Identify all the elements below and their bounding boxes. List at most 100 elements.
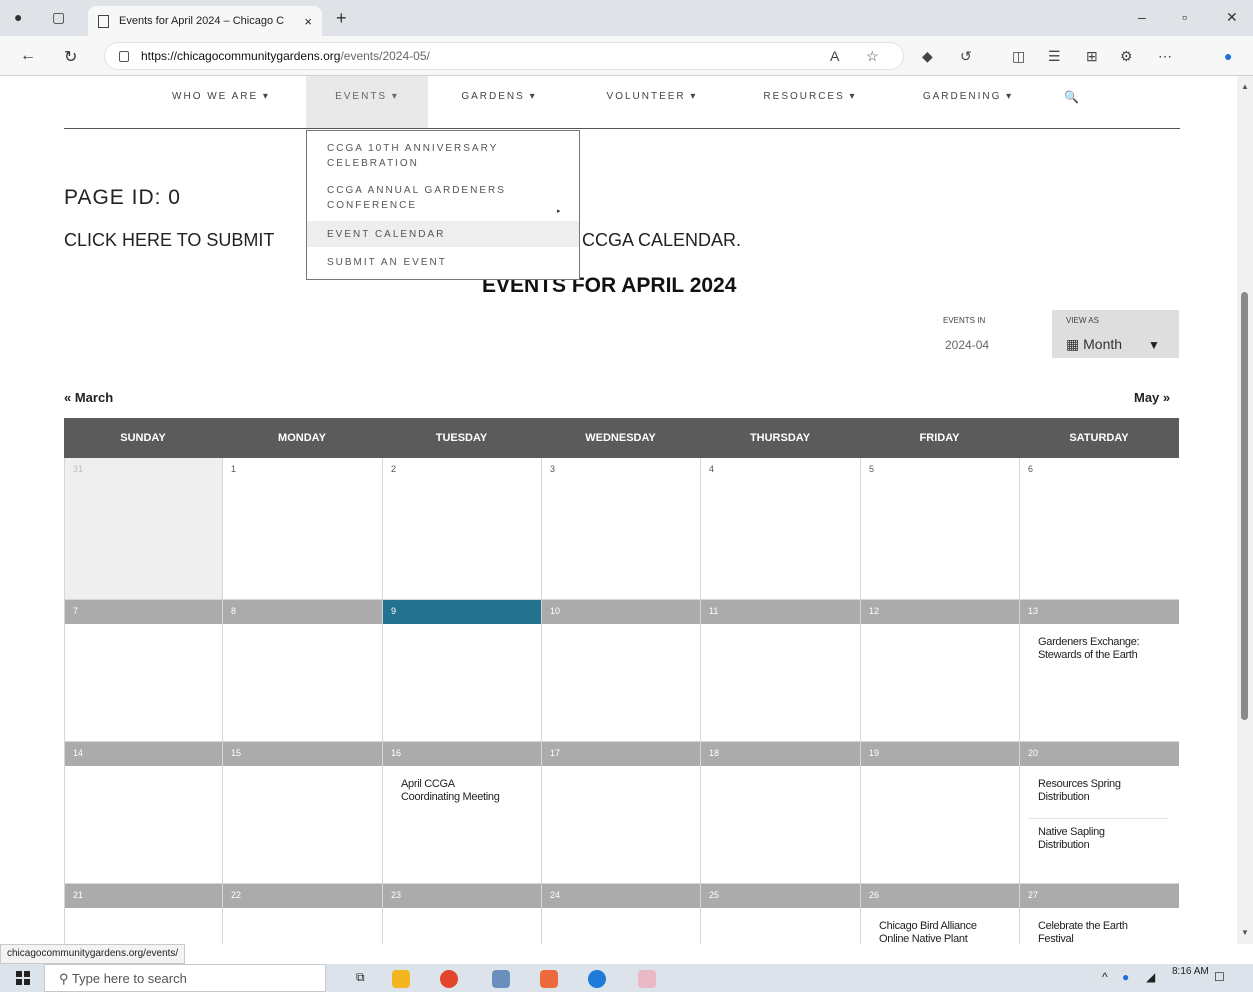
read-aloud-icon[interactable]: A (830, 48, 839, 64)
day-number[interactable]: 21 (65, 884, 222, 908)
nav-gardening[interactable]: GARDENING ▾ (898, 76, 1038, 128)
day-number[interactable]: 20 (1020, 742, 1179, 766)
collections-icon[interactable]: ⊞ (1086, 48, 1098, 65)
calendar-event-link[interactable]: April CCGA Coordinating Meeting (401, 778, 500, 804)
calendar-event-link[interactable]: Celebrate the Earth Festival (1038, 920, 1128, 944)
scroll-up-icon[interactable]: ▲ (1241, 82, 1249, 91)
calendar-day-cell[interactable]: 7 (64, 600, 222, 742)
edge-icon[interactable] (588, 970, 606, 988)
app-icon[interactable] (492, 970, 510, 988)
calendar-day-cell[interactable]: 31 (64, 458, 222, 600)
calendar-day-cell[interactable]: 19 (860, 742, 1019, 884)
day-number[interactable]: 22 (223, 884, 382, 908)
app-icon[interactable] (638, 970, 656, 988)
calendar-event-link[interactable]: Chicago Bird Alliance Online Native Plant… (879, 920, 977, 944)
refresh-icon[interactable]: ↻ (64, 47, 77, 67)
calendar-day-cell[interactable]: 6 (1019, 458, 1179, 600)
day-number[interactable]: 18 (701, 742, 860, 766)
day-number[interactable]: 17 (542, 742, 700, 766)
nav-resources[interactable]: RESOURCES ▾ (742, 76, 878, 128)
calendar-day-cell[interactable]: 10 (541, 600, 700, 742)
menu-item-submit-event[interactable]: SUBMIT AN EVENT (307, 249, 579, 275)
browser-tab[interactable]: Events for April 2024 – Chicago C × (88, 6, 322, 36)
tray-chevron-icon[interactable]: ^ (1102, 970, 1108, 984)
calendar-day-cell[interactable]: 24 (541, 884, 700, 944)
calendar-day-cell[interactable]: 26 Chicago Bird Alliance Online Native Pla… (860, 884, 1019, 944)
taskbar-search-field[interactable]: ⚲ Type here to search (44, 964, 326, 992)
nav-who-we-are[interactable]: WHO WE ARE ▾ (156, 76, 286, 128)
submit-event-link-end[interactable]: CCGA CALENDAR. (582, 230, 741, 251)
day-number[interactable]: 4 (701, 458, 860, 482)
task-view-icon[interactable]: ⧉ (356, 970, 365, 985)
scroll-down-icon[interactable]: ▼ (1241, 928, 1249, 937)
app-icon[interactable] (540, 970, 558, 988)
page-scrollbar[interactable]: ▲ ▼ (1237, 76, 1253, 944)
calendar-event-link[interactable]: Gardeners Exchange: Stewards of the Earth (1038, 636, 1140, 662)
day-number[interactable]: 12 (861, 600, 1019, 624)
refresh-extension-icon[interactable]: ↺ (960, 48, 972, 65)
minimize-icon[interactable]: – (1138, 9, 1146, 25)
calendar-event-link[interactable]: Native Sapling Distribution (1038, 826, 1105, 852)
calendar-day-cell[interactable]: 27 Celebrate the Earth Festival (1019, 884, 1179, 944)
day-number[interactable]: 10 (542, 600, 700, 624)
notification-icon[interactable]: ☐ (1214, 970, 1225, 984)
calendar-day-cell[interactable]: 5 (860, 458, 1019, 600)
events-in-filter[interactable]: EVENTS IN 2024-04 (935, 310, 1050, 358)
next-month-link[interactable]: May » (1134, 390, 1170, 405)
tab-close-icon[interactable]: × (304, 14, 312, 29)
calendar-day-cell[interactable]: 8 (222, 600, 382, 742)
favorite-star-icon[interactable]: ☆ (866, 48, 879, 65)
day-number[interactable]: 16 (383, 742, 541, 766)
windows-start-icon[interactable] (16, 971, 30, 985)
day-number[interactable]: 8 (223, 600, 382, 624)
calendar-day-cell[interactable]: 9 (382, 600, 541, 742)
day-number[interactable]: 27 (1020, 884, 1179, 908)
calendar-day-cell[interactable]: 2 (382, 458, 541, 600)
day-number[interactable]: 11 (701, 600, 860, 624)
onedrive-icon[interactable]: ● (1122, 970, 1129, 984)
calendar-day-cell[interactable]: 11 (700, 600, 860, 742)
day-number[interactable]: 3 (542, 458, 700, 482)
submit-event-link[interactable]: CLICK HERE TO SUBMIT (64, 230, 274, 251)
url-field[interactable]: https://chicagocommunitygardens.org/even… (104, 42, 904, 70)
more-options-icon[interactable]: ⋯ (1158, 48, 1172, 65)
day-number[interactable]: 23 (383, 884, 541, 908)
profile-icon[interactable]: ● (14, 9, 22, 25)
network-icon[interactable]: ◢ (1146, 970, 1155, 984)
copilot-icon[interactable]: ● (1224, 48, 1232, 64)
new-tab-button[interactable]: + (336, 8, 347, 29)
day-number[interactable]: 13 (1020, 600, 1179, 624)
extensions-icon[interactable]: ⚙ (1120, 48, 1133, 65)
prev-month-link[interactable]: « March (64, 390, 113, 405)
day-number[interactable]: 15 (223, 742, 382, 766)
calendar-day-cell[interactable]: 4 (700, 458, 860, 600)
calendar-day-cell[interactable]: 20 Resources Spring Distribution Native Sap… (1019, 742, 1179, 884)
calendar-event-link[interactable]: Resources Spring Distribution (1038, 778, 1121, 804)
day-number[interactable]: 26 (861, 884, 1019, 908)
calendar-day-cell[interactable]: 16 April CCGA Coordinating Meeting (382, 742, 541, 884)
day-number[interactable]: 9 (383, 600, 541, 624)
day-number[interactable]: 1 (223, 458, 382, 482)
view-as-select[interactable]: VIEW AS ▦ Month ▼ (1052, 310, 1179, 358)
close-window-icon[interactable]: ✕ (1226, 9, 1238, 26)
chrome-icon[interactable] (440, 970, 458, 988)
calendar-day-cell[interactable]: 18 (700, 742, 860, 884)
calendar-day-cell[interactable]: 15 (222, 742, 382, 884)
menu-item-conference[interactable]: CCGA ANNUAL GARDENERS CONFERENCE (307, 183, 579, 217)
search-icon[interactable]: 🔍 (1064, 90, 1079, 104)
day-number[interactable]: 25 (701, 884, 860, 908)
calendar-day-cell[interactable]: 14 (64, 742, 222, 884)
split-screen-icon[interactable]: ◫ (1012, 48, 1025, 65)
calendar-day-cell[interactable]: 25 (700, 884, 860, 944)
day-number[interactable]: 7 (65, 600, 222, 624)
day-number[interactable]: 31 (65, 458, 222, 482)
calendar-day-cell[interactable]: 1 (222, 458, 382, 600)
calendar-day-cell[interactable]: 17 (541, 742, 700, 884)
back-icon[interactable]: ← (20, 47, 36, 65)
tab-actions-icon[interactable]: ▢ (52, 9, 65, 26)
nav-events[interactable]: EVENTS ▾ (306, 76, 428, 128)
menu-item-event-calendar[interactable]: EVENT CALENDAR (307, 221, 579, 247)
calendar-day-cell[interactable]: 21 (64, 884, 222, 944)
day-number[interactable]: 24 (542, 884, 700, 908)
calendar-day-cell[interactable]: 22 (222, 884, 382, 944)
